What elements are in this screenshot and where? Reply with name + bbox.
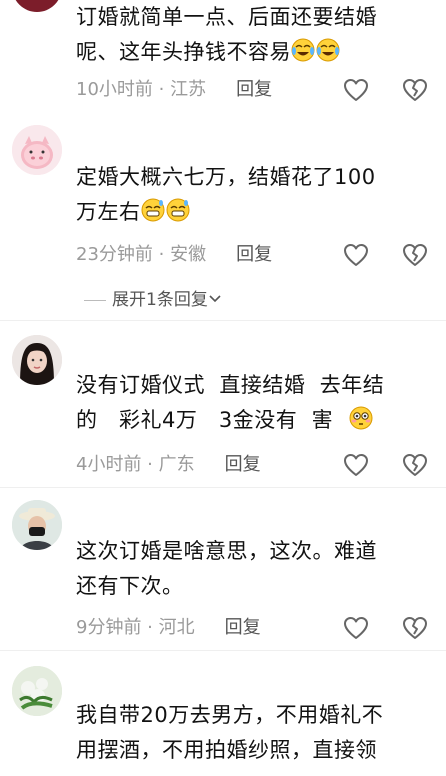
avatar[interactable] — [12, 335, 62, 385]
avatar[interactable] — [12, 500, 62, 550]
comment-time: 10小时前 — [76, 79, 153, 100]
comment-time: 23分钟前 — [76, 244, 153, 265]
reply-button[interactable]: 回复 — [225, 454, 261, 475]
comment-meta: 4小时前 · 广东 回复 — [76, 454, 261, 475]
avatar[interactable] — [12, 666, 62, 716]
comment-text: 订婚就简单一点、后面还要结婚 呢、这年头挣钱不容易 — [76, 0, 432, 74]
comment-time: 9分钟前 — [76, 617, 142, 638]
broken-heart-outline-icon[interactable] — [402, 78, 428, 102]
avatar[interactable] — [12, 125, 62, 175]
broken-heart-outline-icon[interactable] — [402, 243, 428, 267]
broken-heart-outline-icon[interactable] — [402, 616, 428, 640]
comment-location: 河北 — [158, 617, 195, 638]
heart-outline-icon[interactable] — [343, 453, 369, 477]
comment-location: 广东 — [158, 454, 195, 475]
comment-text: 没有订婚仪式 直接结婚 去年结 的 彩礼4万 3金没有 害 — [76, 368, 432, 442]
heart-outline-icon[interactable] — [343, 616, 369, 640]
avatar[interactable] — [12, 0, 62, 12]
comment-location: 安徽 — [170, 244, 207, 265]
expand-replies-button[interactable]: 展开1条回复 — [84, 289, 222, 311]
reply-button[interactable]: 回复 — [225, 617, 261, 638]
laughing-crying-emoji-icon — [291, 37, 341, 74]
grin-sweat-emoji-icon — [141, 197, 191, 234]
divider — [84, 299, 106, 301]
chevron-down-icon — [208, 290, 222, 310]
comment-meta: 9分钟前 · 河北 回复 — [76, 617, 261, 638]
broken-heart-outline-icon[interactable] — [402, 453, 428, 477]
comment-text: 我自带20万去男方，不用婚礼不 用摆酒，不用拍婚纱照，直接领 — [76, 703, 384, 762]
reply-button[interactable]: 回复 — [236, 244, 272, 265]
comment-meta: 23分钟前 · 安徽 回复 — [76, 244, 273, 265]
reply-button[interactable]: 回复 — [236, 79, 272, 100]
comment-location: 江苏 — [170, 79, 207, 100]
heart-outline-icon[interactable] — [343, 243, 369, 267]
comment-text: 这次订婚是啥意思，这次。难道 还有下次。 — [76, 539, 377, 598]
divider — [0, 320, 446, 321]
comment-text: 定婚大概六七万，结婚花了100 万左右 — [76, 160, 432, 234]
heart-outline-icon[interactable] — [343, 78, 369, 102]
comment-meta: 10小时前 · 江苏 回复 — [76, 79, 273, 100]
divider — [0, 487, 446, 488]
flushed-emoji-icon — [347, 405, 375, 442]
comment-time: 4小时前 — [76, 454, 142, 475]
divider — [0, 650, 446, 651]
